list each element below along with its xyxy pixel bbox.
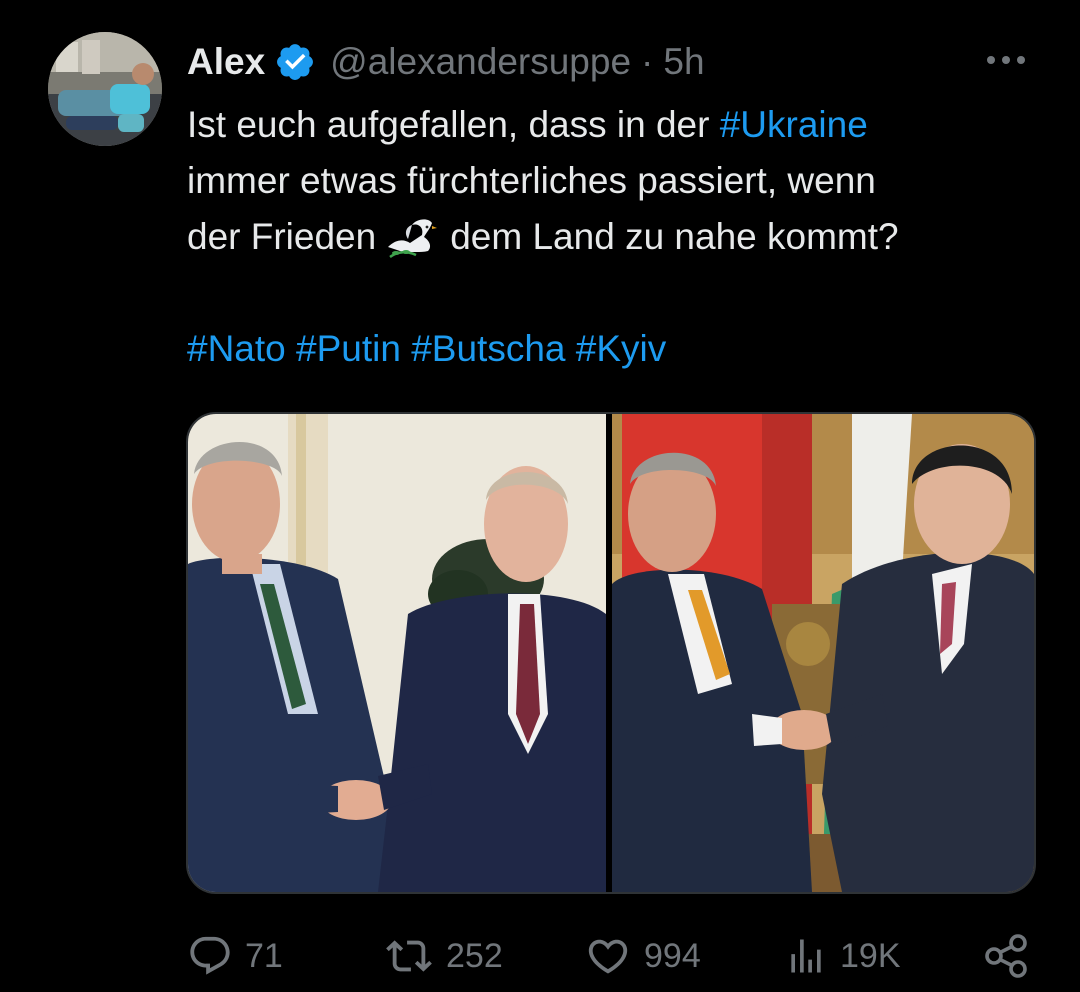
views-button[interactable]: 19K (784, 930, 901, 982)
like-count: 994 (644, 936, 701, 975)
like-button[interactable]: 994 (584, 930, 701, 982)
author-name[interactable]: Alex (187, 41, 265, 83)
views-count: 19K (840, 936, 901, 975)
verified-badge-icon (274, 41, 316, 83)
repost-icon (384, 933, 434, 979)
tweet-text-segment: Ist euch aufgefallen, dass in der (187, 104, 720, 145)
hashtag-link[interactable]: #Kyiv (576, 328, 666, 369)
repost-count: 252 (446, 936, 503, 975)
tweet-actions: 71 252 994 19K (0, 930, 1080, 982)
handshake-photo-2[interactable] (612, 414, 1034, 892)
tweet-text-segment: der Frieden (187, 216, 377, 257)
tweet-media[interactable] (186, 412, 1036, 894)
share-icon (984, 933, 1028, 979)
share-button[interactable] (984, 930, 1028, 982)
like-icon (584, 933, 632, 979)
hashtag-link[interactable]: #Butscha (411, 328, 565, 369)
tweet-text-line-1: Ist euch aufgefallen, dass in der #Ukrai… (187, 97, 1047, 153)
dove-emoji-icon (382, 217, 438, 261)
repost-button[interactable]: 252 (384, 930, 503, 982)
hashtag-link[interactable]: #Nato (187, 328, 286, 369)
tweet-header: Alex @alexandersuppe · 5h (187, 38, 705, 86)
hashtag-link[interactable]: #Putin (296, 328, 401, 369)
tweet-text: Ist euch aufgefallen, dass in der #Ukrai… (187, 97, 1047, 377)
tweet-text-segment: dem Land zu nahe kommt? (450, 216, 899, 257)
author-handle[interactable]: @alexandersuppe (330, 41, 631, 83)
reply-button[interactable]: 71 (187, 930, 283, 982)
tweet[interactable]: Alex @alexandersuppe · 5h Ist euch aufge… (0, 0, 1080, 992)
handshake-photo-1[interactable] (188, 414, 608, 892)
hashtag-link[interactable]: #Ukraine (720, 104, 868, 145)
reply-icon (187, 933, 233, 979)
more-options-icon[interactable] (982, 46, 1030, 74)
reply-count: 71 (245, 936, 283, 975)
header-separator: · (641, 41, 654, 82)
tweet-text-line-2: immer etwas fürchterliches passiert, wen… (187, 160, 876, 201)
views-icon (784, 933, 828, 979)
tweet-text-line-3: der Frieden dem Land zu nahe kommt? (187, 209, 1047, 265)
hashtag-line: #Nato #Putin #Butscha #Kyiv (187, 321, 1047, 377)
avatar[interactable] (48, 32, 162, 146)
tweet-timestamp[interactable]: 5h (663, 41, 704, 83)
